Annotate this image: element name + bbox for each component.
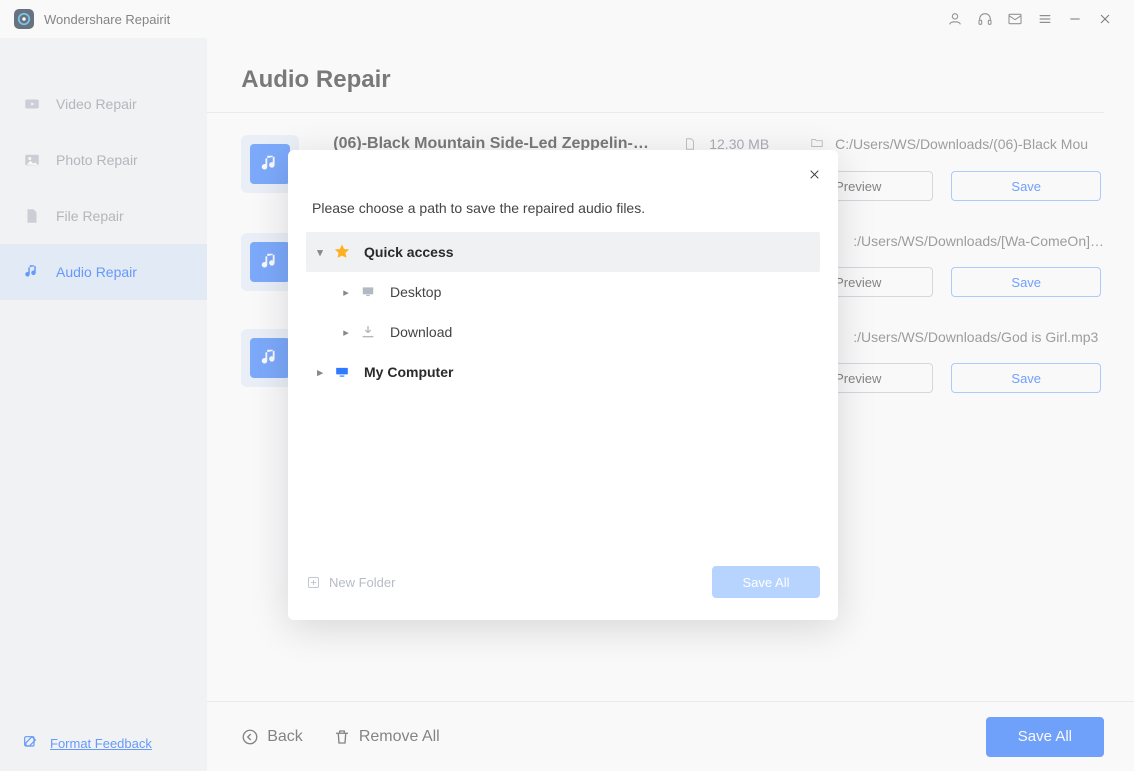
tree-my-computer[interactable]: ▸ My Computer bbox=[306, 352, 820, 392]
tree-download[interactable]: ▸ Download bbox=[306, 312, 820, 352]
download-icon bbox=[358, 322, 378, 342]
dialog-footer: New Folder Save All bbox=[288, 550, 838, 620]
chevron-right-icon: ▸ bbox=[338, 286, 354, 299]
folder-tree: ▾ Quick access ▸ Desktop ▸ Download ▸ My… bbox=[306, 232, 820, 392]
tree-desktop[interactable]: ▸ Desktop bbox=[306, 272, 820, 312]
save-path-dialog: Please choose a path to save the repaire… bbox=[288, 150, 838, 620]
tree-label: Quick access bbox=[364, 244, 454, 260]
dialog-save-all-button[interactable]: Save All bbox=[712, 566, 820, 598]
tree-label: Desktop bbox=[390, 284, 441, 300]
new-folder-button[interactable]: New Folder bbox=[306, 575, 395, 590]
chevron-right-icon: ▸ bbox=[312, 366, 328, 379]
monitor-icon bbox=[358, 282, 378, 302]
tree-quick-access[interactable]: ▾ Quick access bbox=[306, 232, 820, 272]
dialog-close-button[interactable] bbox=[802, 162, 826, 186]
computer-icon bbox=[332, 362, 352, 382]
tree-label: My Computer bbox=[364, 364, 453, 380]
chevron-down-icon: ▾ bbox=[312, 246, 328, 259]
tree-label: Download bbox=[390, 324, 452, 340]
chevron-right-icon: ▸ bbox=[338, 326, 354, 339]
star-icon bbox=[332, 242, 352, 262]
dialog-instruction: Please choose a path to save the repaire… bbox=[288, 150, 838, 232]
